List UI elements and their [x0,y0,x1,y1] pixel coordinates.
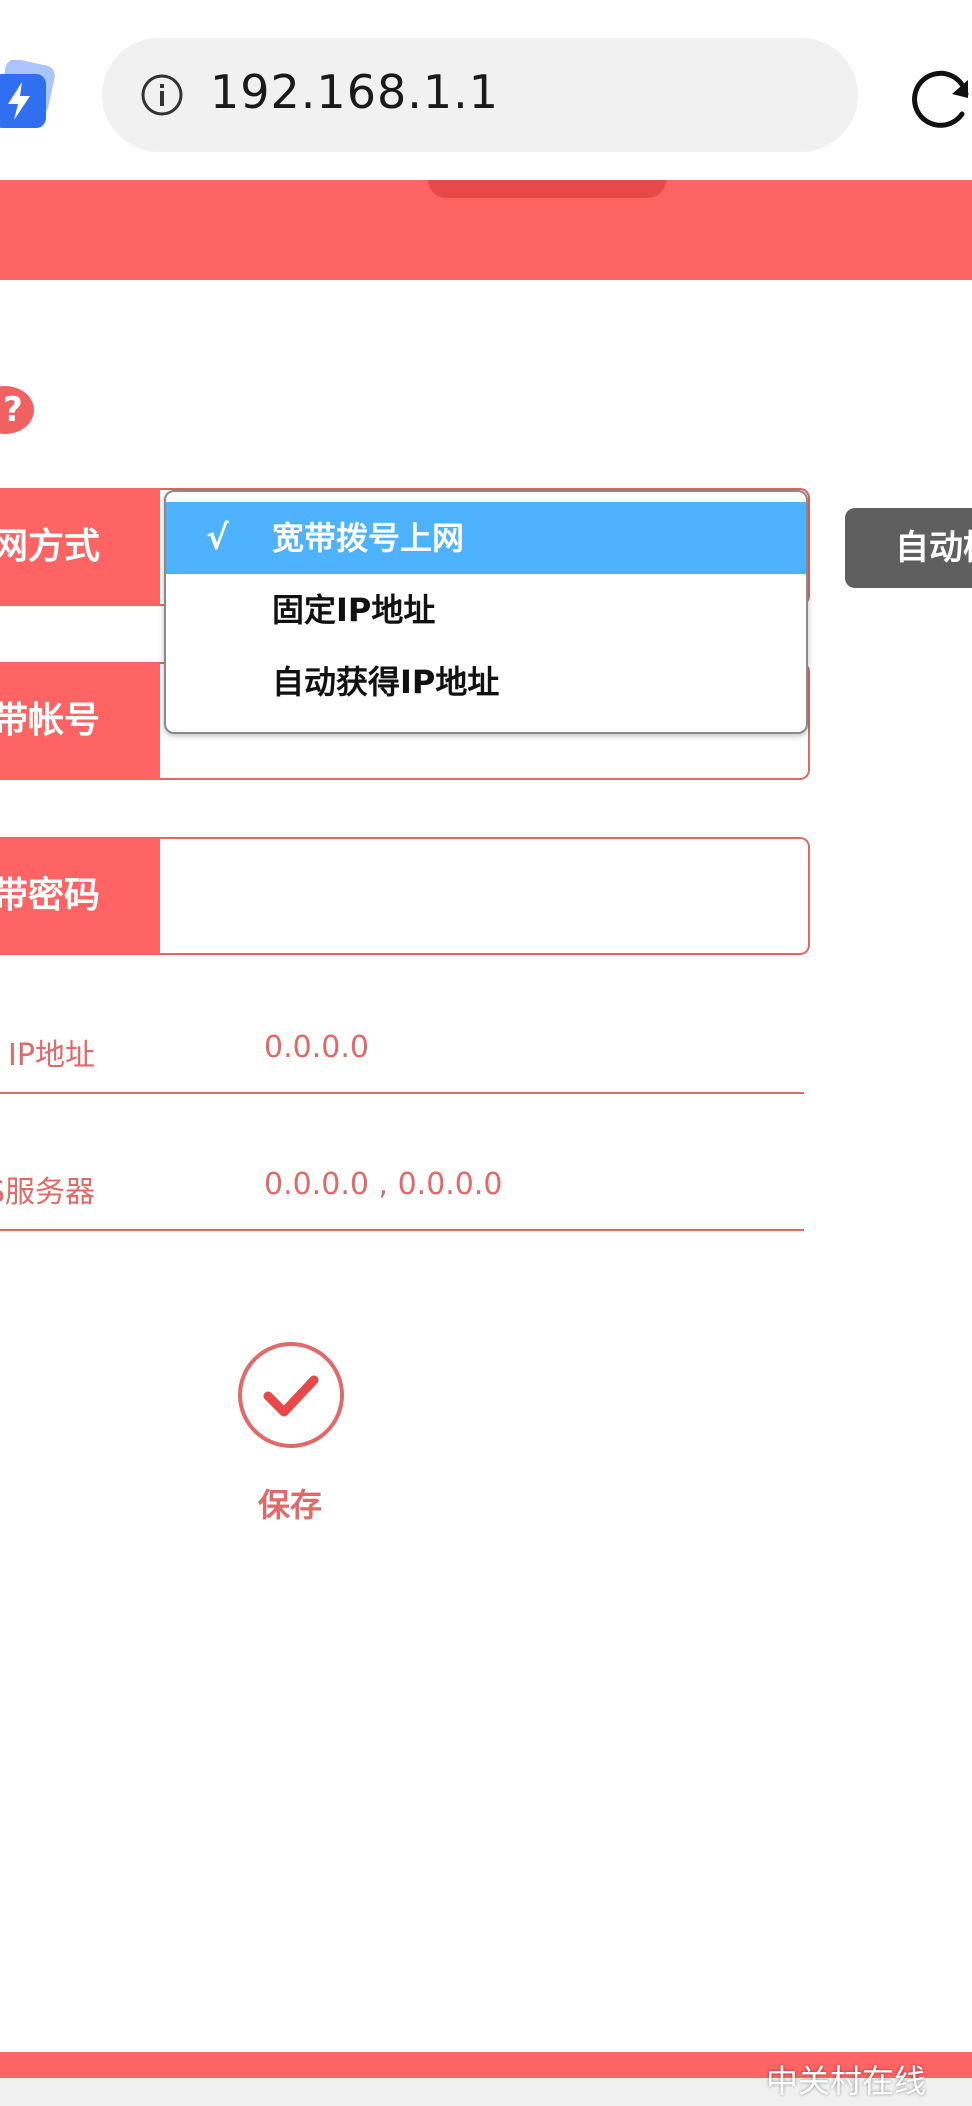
dropdown-option-pppoe[interactable]: √ 宽带拨号上网 [166,502,806,574]
address-bar[interactable]: 192.168.1.1 [102,38,858,152]
broadband-password-input[interactable] [160,837,810,955]
bolt-app-icon[interactable] [0,60,64,136]
help-icon[interactable]: ? [0,386,34,434]
url-text[interactable]: 192.168.1.1 [210,65,499,119]
connection-mode-label: 网方式 [0,488,164,606]
dns-server-value: 0.0.0.0 , 0.0.0.0 [264,1167,503,1202]
dropdown-option-dhcp[interactable]: 自动获得IP地址 [166,646,806,718]
broadband-password-label: 带密码 [0,837,164,955]
browser-toolbar: 192.168.1.1 [0,0,972,178]
dropdown-option-label: 固定IP地址 [272,591,436,629]
dns-server-label: S服务器 [0,1175,96,1210]
dropdown-option-static-ip[interactable]: 固定IP地址 [166,574,806,646]
reload-icon[interactable] [906,64,972,134]
dropdown-option-label: 宽带拨号上网 [272,519,465,557]
header-tab[interactable] [428,180,666,198]
ip-address-label: IP地址 [8,1038,95,1073]
divider [0,1092,804,1094]
divider [0,1229,804,1231]
connection-mode-dropdown[interactable]: √ 宽带拨号上网 固定IP地址 自动获得IP地址 [164,490,808,734]
ip-address-value: 0.0.0.0 [264,1030,369,1065]
save-check-icon[interactable] [236,1340,346,1450]
check-icon: √ [206,518,229,558]
watermark-text: 中关村在线 [766,2062,927,2100]
broadband-account-label: 带帐号 [0,662,164,780]
info-icon[interactable] [140,73,184,117]
auto-detect-button[interactable]: 自动检 [845,508,972,588]
dropdown-option-label: 自动获得IP地址 [272,663,500,701]
save-button-label[interactable]: 保存 [258,1480,322,1526]
